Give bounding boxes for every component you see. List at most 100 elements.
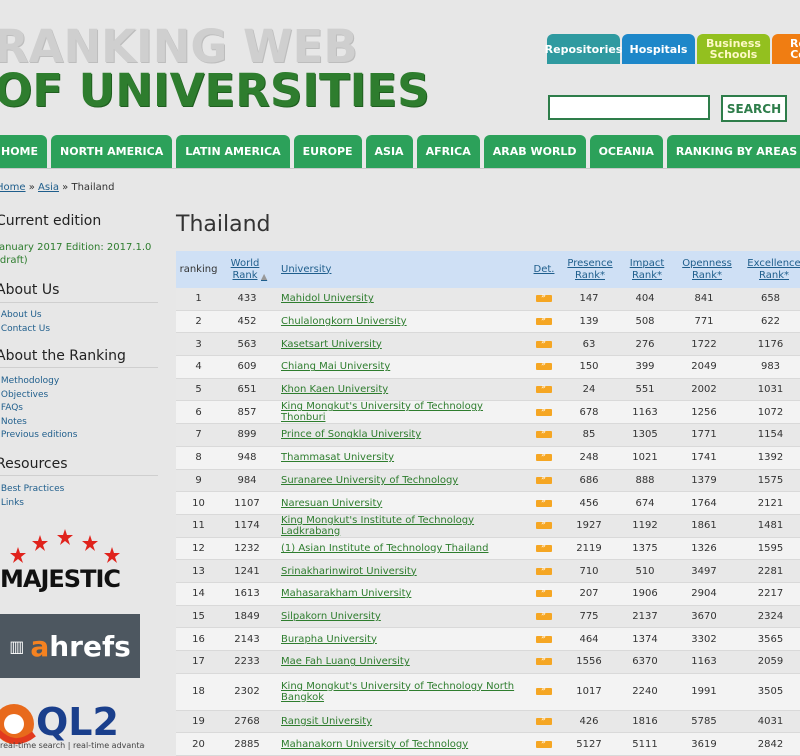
cell-world-rank: 1241 xyxy=(234,565,260,577)
cell-university-link[interactable]: Kasetsart University xyxy=(273,339,527,350)
details-arrow-icon[interactable] xyxy=(536,518,552,530)
nav-arab-world[interactable]: ARAB WORLD xyxy=(483,135,586,168)
majestic-logo[interactable]: MAJESTIC xyxy=(0,565,121,593)
details-arrow-icon[interactable] xyxy=(536,405,552,416)
cell-impact-rank: 508 xyxy=(635,316,655,328)
nav-asia[interactable]: ASIA xyxy=(365,135,413,168)
ql2-logo[interactable]: QL2 real-time search | real-time advanta… xyxy=(0,694,145,750)
details-arrow-icon[interactable] xyxy=(536,684,552,696)
col-impact-rank[interactable]: Impact Rank* xyxy=(617,251,673,288)
details-arrow-icon[interactable] xyxy=(536,382,552,394)
table-row: 14 1613 Mahasarakham University 207 1906 2904… xyxy=(176,582,800,606)
cell-presence-rank: 85 xyxy=(582,429,596,441)
col-presence-rank[interactable]: Presence Rank* xyxy=(561,251,617,288)
cell-university-link[interactable]: King Mongkut's Institute of Technology L… xyxy=(273,515,527,537)
cell-university-link[interactable]: Prince of Songkla University xyxy=(273,429,527,440)
page-title: Thailand xyxy=(176,212,271,237)
details-arrow-icon[interactable] xyxy=(536,496,552,507)
cell-excellence-rank: 2281 xyxy=(757,565,784,577)
repositories-button[interactable]: Repositories xyxy=(545,34,622,64)
details-arrow-icon[interactable] xyxy=(536,632,552,643)
sidebar-link-objectives[interactable]: Objectives xyxy=(0,389,77,403)
cell-university-link[interactable]: Mahanakorn University of Technology xyxy=(273,739,527,750)
nav-latin-america[interactable]: LATIN AMERICA xyxy=(176,135,290,168)
sidebar-link-contact-us[interactable]: Contact Us xyxy=(0,323,50,337)
cell-university-link[interactable]: (1) Asian Institute of Technology Thaila… xyxy=(273,543,527,554)
nav-oceania[interactable]: OCEANIA xyxy=(589,135,663,168)
cell-presence-rank: 426 xyxy=(579,716,599,728)
breadcrumb-home-link[interactable]: Home xyxy=(0,182,26,193)
cell-impact-rank: 5111 xyxy=(632,738,658,750)
cell-excellence-rank: 2324 xyxy=(757,610,784,622)
table-row: 20 2885 Mahanakorn University of Technolog… xyxy=(176,733,800,756)
details-arrow-icon[interactable] xyxy=(536,450,552,462)
details-arrow-icon[interactable] xyxy=(536,337,552,348)
cell-openness-rank: 2049 xyxy=(691,361,717,373)
col-world-rank[interactable]: World Rank ▲ xyxy=(221,251,273,288)
cell-excellence-rank: 983 xyxy=(760,361,781,373)
hospitals-button[interactable]: Hospitals xyxy=(622,34,695,64)
cell-university-link[interactable]: Chiang Mai University xyxy=(273,361,527,372)
details-arrow-icon[interactable] xyxy=(536,473,552,484)
cell-university-link[interactable]: Mae Fah Luang University xyxy=(273,656,527,667)
details-arrow-icon[interactable] xyxy=(536,564,552,575)
details-arrow-icon[interactable] xyxy=(536,654,552,666)
details-arrow-icon[interactable] xyxy=(536,609,552,620)
col-det[interactable]: Det. xyxy=(527,251,561,288)
sidebar-link-notes[interactable]: Notes xyxy=(0,416,77,430)
search-button[interactable]: SEARCH xyxy=(721,95,787,122)
details-arrow-icon[interactable] xyxy=(536,427,552,439)
col-university[interactable]: University xyxy=(273,251,527,288)
cell-university-link[interactable]: Chulalongkorn University xyxy=(273,316,527,327)
table-row: 13 1241 Srinakharinwirot University 710 510 3… xyxy=(176,560,800,583)
cell-university-link[interactable]: Mahidol University xyxy=(273,293,527,304)
nav-home[interactable]: HOME xyxy=(0,135,48,168)
cell-presence-rank: 24 xyxy=(582,384,596,396)
cell-excellence-rank: 1072 xyxy=(757,406,784,418)
cell-university-link[interactable]: Thammasat University xyxy=(273,452,527,463)
details-arrow-icon[interactable] xyxy=(536,541,552,552)
sidebar-link-best-practices[interactable]: Best Practices xyxy=(0,483,64,497)
details-arrow-icon[interactable] xyxy=(536,714,552,726)
cell-university-link[interactable]: King Mongkut's University of Technology … xyxy=(273,681,527,703)
cell-university-link[interactable]: Naresuan University xyxy=(273,498,527,509)
cell-university-link[interactable]: Mahasarakham University xyxy=(273,588,527,599)
search-input[interactable] xyxy=(548,95,710,120)
cell-university-link[interactable]: Suranaree University of Technology xyxy=(273,475,527,486)
details-arrow-icon[interactable] xyxy=(536,737,552,748)
details-arrow-icon[interactable] xyxy=(536,359,552,371)
cell-world-rank: 1613 xyxy=(234,588,260,600)
sidebar-link-previous-editions[interactable]: Previous editions xyxy=(0,429,78,443)
business-schools-button[interactable]: Business Schools xyxy=(697,34,770,64)
col-openness-rank[interactable]: Openness Rank* xyxy=(673,251,735,288)
col-excellence-rank[interactable]: Excellence Rank* xyxy=(735,251,800,288)
cell-world-rank: 2302 xyxy=(234,686,260,698)
cell-university-link[interactable]: Rangsit University xyxy=(273,716,527,727)
nav-ranking-by-areas[interactable]: RANKING BY AREAS xyxy=(666,135,800,168)
cell-university-link[interactable]: Silpakorn University xyxy=(273,611,527,622)
ahrefs-logo[interactable]: ▥ a hrefs xyxy=(0,614,140,678)
nav-africa[interactable]: AFRICA xyxy=(416,135,480,168)
cell-university-link[interactable]: Khon Kaen University xyxy=(273,384,527,395)
breadcrumb-asia-link[interactable]: Asia xyxy=(38,182,59,193)
sidebar-link-links[interactable]: Links xyxy=(0,497,64,511)
sidebar-link-faqs[interactable]: FAQs xyxy=(0,402,77,416)
nav-north-america[interactable]: NORTH AMERICA xyxy=(51,135,173,168)
cell-openness-rank: 1379 xyxy=(691,474,717,486)
cell-university-link[interactable]: Burapha University xyxy=(273,634,527,645)
cell-impact-rank: 6370 xyxy=(632,656,658,668)
table-row: 15 1849 Silpakorn University 775 2137 3670 232… xyxy=(176,605,800,629)
cell-university-link[interactable]: King Mongkut's University of Technology … xyxy=(273,401,527,423)
sidebar-link-about-us[interactable]: About Us xyxy=(0,309,50,323)
cell-university-link[interactable]: Srinakharinwirot University xyxy=(273,566,527,577)
details-arrow-icon[interactable] xyxy=(536,314,552,326)
cell-ranking: 4 xyxy=(195,361,202,373)
cell-impact-rank: 1374 xyxy=(632,633,658,645)
sidebar-link-methodology[interactable]: Methodology xyxy=(0,375,77,389)
research-centers-button[interactable]: Re Ce xyxy=(772,34,800,64)
cell-det xyxy=(527,586,561,598)
cell-impact-rank: 2240 xyxy=(632,686,658,698)
details-arrow-icon[interactable] xyxy=(536,586,552,598)
details-arrow-icon[interactable] xyxy=(536,291,552,303)
nav-europe[interactable]: EUROPE xyxy=(293,135,362,168)
